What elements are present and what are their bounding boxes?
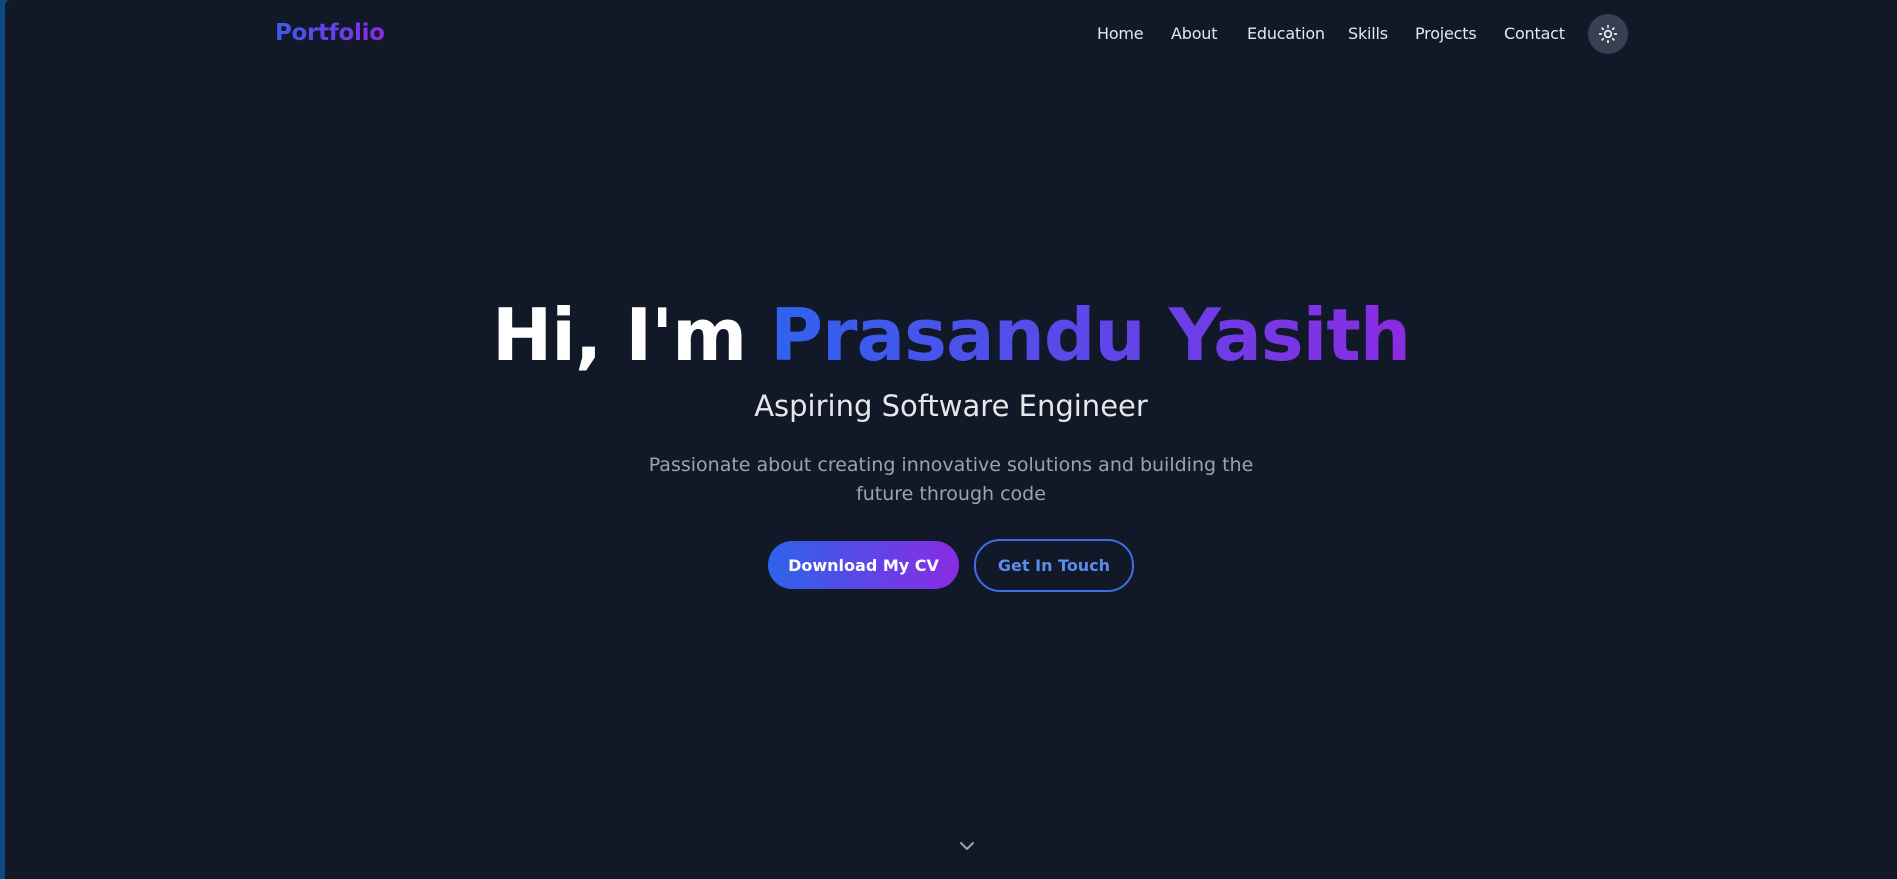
portfolio-page: Portfolio Home About Education Skills Pr… — [5, 0, 1897, 879]
hero-role: Aspiring Software Engineer — [754, 389, 1148, 423]
chevron-down-icon — [960, 842, 974, 850]
nav-link-about[interactable]: About — [1171, 24, 1218, 43]
hero-title: Hi, I'm Prasandu Yasith — [5, 290, 1897, 380]
get-in-touch-button[interactable]: Get In Touch — [974, 539, 1134, 592]
sun-icon — [1598, 24, 1618, 44]
theme-toggle-button[interactable] — [1588, 14, 1628, 54]
hero-description: Passionate about creating innovative sol… — [648, 454, 1254, 505]
nav-link-contact[interactable]: Contact — [1504, 24, 1565, 43]
scroll-down-button[interactable] — [955, 834, 979, 858]
hero-name: Prasandu Yasith — [770, 293, 1411, 377]
hero-greeting: Hi, I'm — [491, 293, 771, 377]
download-cv-button[interactable]: Download My CV — [768, 541, 959, 589]
nav-link-projects[interactable]: Projects — [1415, 24, 1477, 43]
nav-link-education[interactable]: Education — [1247, 24, 1325, 43]
nav-link-home[interactable]: Home — [1097, 24, 1144, 43]
nav-link-skills[interactable]: Skills — [1348, 24, 1388, 43]
navbar: Portfolio Home About Education Skills Pr… — [5, 0, 1897, 70]
